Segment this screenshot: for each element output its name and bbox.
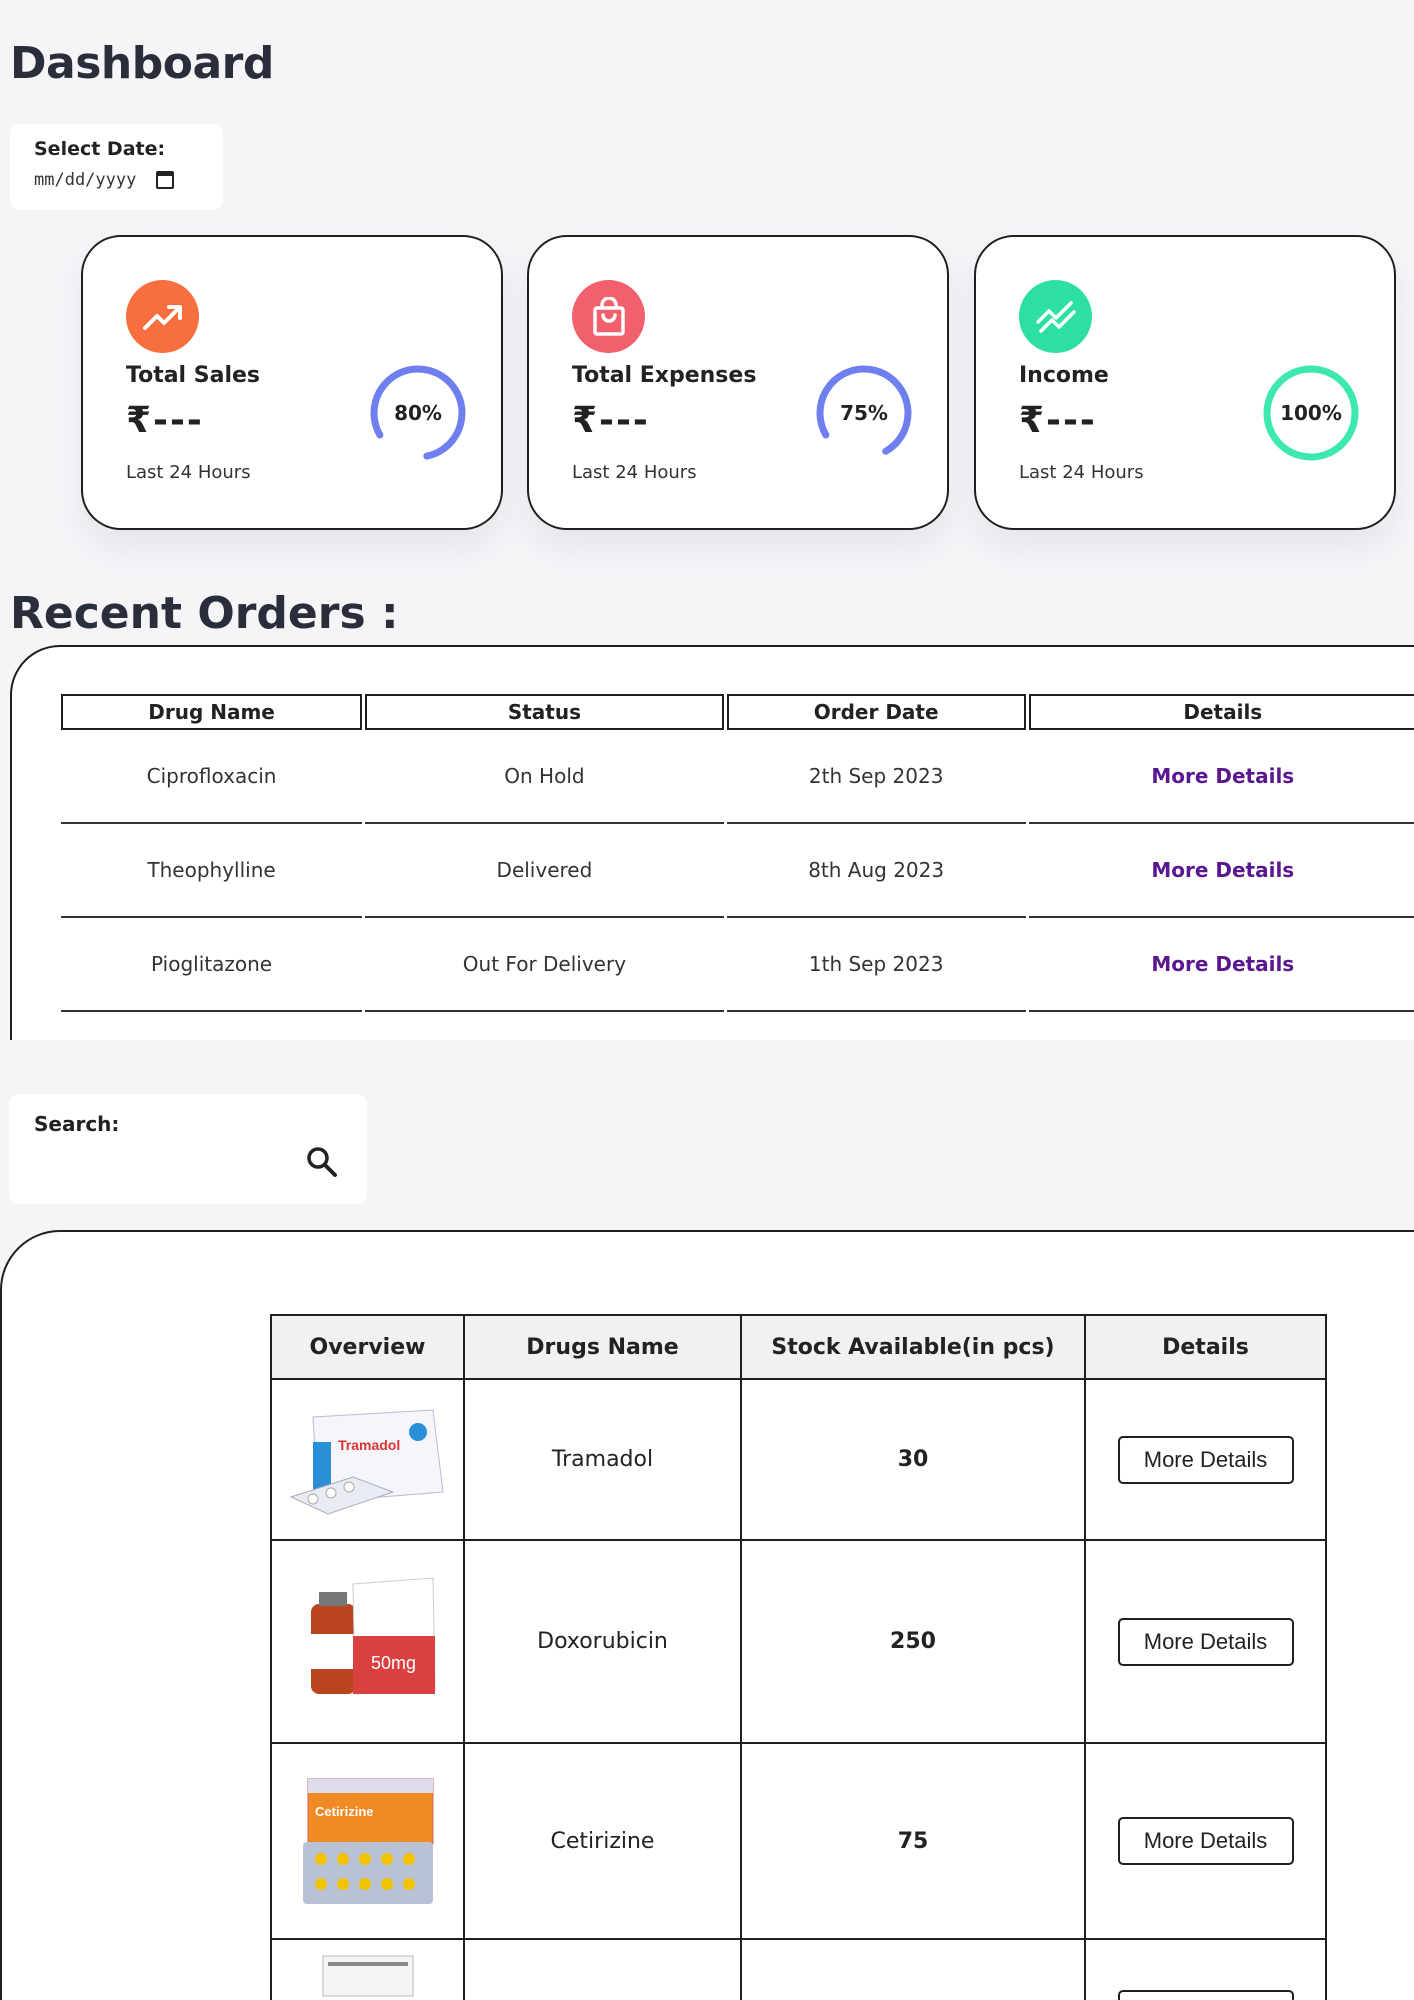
- table-row: 50mg Doxorubicin 250 More Details: [270, 1539, 1327, 1744]
- doxorubicin-box-image: 50mg: [310, 1577, 436, 1695]
- shopping-bag-icon: [572, 280, 645, 353]
- details-cell: [1084, 1938, 1327, 2000]
- more-details-button[interactable]: More Details: [1117, 1617, 1294, 1666]
- recent-orders-table: Drug Name Status Order Date Details Cipr…: [58, 694, 1414, 1012]
- card-amount: ₹---: [126, 400, 204, 441]
- card-label: Income: [1019, 363, 1109, 388]
- inventory-table: Overview Drugs Name Stock Available(in p…: [270, 1314, 1327, 2000]
- box-label: 50mg: [371, 1653, 416, 1673]
- drug-image: Tramadol: [270, 1378, 465, 1541]
- card-label: Total Expenses: [572, 363, 757, 388]
- search-icon[interactable]: [304, 1144, 340, 1180]
- card-total-sales: Total Sales ₹--- Last 24 Hours 80%: [81, 235, 503, 530]
- order-date: 8th Aug 2023: [726, 824, 1026, 918]
- card-total-expenses: Total Expenses ₹--- Last 24 Hours 75%: [527, 235, 949, 530]
- recent-orders-title: Recent Orders :: [10, 588, 399, 639]
- search-label: Search:: [34, 1112, 120, 1136]
- column-header: Status: [365, 694, 724, 730]
- more-details-button[interactable]: [1117, 1990, 1294, 2000]
- page-title: Dashboard: [10, 38, 274, 89]
- recent-orders-panel: Drug Name Status Order Date Details Cipr…: [10, 645, 1414, 1040]
- chart-line-icon: [1019, 280, 1092, 353]
- table-row: Ciprofloxacin On Hold 2th Sep 2023 More …: [61, 730, 1414, 824]
- column-header: Details: [1084, 1314, 1327, 1380]
- order-date: 1th Sep 2023: [726, 918, 1026, 1012]
- card-amount: ₹---: [1019, 400, 1097, 441]
- date-input[interactable]: mm/dd/yyyy: [34, 170, 223, 190]
- table-row: [270, 1938, 1327, 2000]
- tramadol-box-image: Tramadol: [289, 1409, 444, 1515]
- order-date: 2th Sep 2023: [726, 730, 1026, 824]
- table-row: Tramadol Tramadol 30 More Details: [270, 1378, 1327, 1541]
- progress-percent: 75%: [840, 401, 888, 425]
- column-header: Drug Name: [61, 694, 363, 730]
- card-income: Income ₹--- Last 24 Hours 100%: [974, 235, 1396, 530]
- more-details-button[interactable]: More Details: [1117, 1435, 1294, 1484]
- stock-count: [740, 1938, 1086, 2000]
- details-cell: More Details: [1084, 1539, 1327, 1744]
- column-header: Order Date: [726, 694, 1026, 730]
- date-label: Select Date:: [34, 138, 166, 160]
- drug-name: Theophylline: [61, 824, 363, 918]
- card-period: Last 24 Hours: [1019, 462, 1144, 483]
- table-row: Pioglitazone Out For Delivery 1th Sep 20…: [61, 918, 1414, 1012]
- box-label: Tramadol: [338, 1437, 400, 1453]
- box-label: Cetirizine: [315, 1804, 374, 1819]
- drug-image: Cetirizine: [270, 1742, 465, 1940]
- card-amount: ₹---: [572, 400, 650, 441]
- drug-name: Tramadol: [463, 1378, 742, 1541]
- search-box[interactable]: Search:: [9, 1094, 367, 1204]
- drug-box-image: [322, 1955, 413, 1997]
- progress-percent: 100%: [1280, 401, 1342, 425]
- stock-count: 250: [740, 1539, 1086, 1744]
- drug-name: Cetirizine: [463, 1742, 742, 1940]
- more-details-link[interactable]: More Details: [1028, 918, 1414, 1012]
- drug-name: Pioglitazone: [61, 918, 363, 1012]
- order-status: Delivered: [365, 824, 724, 918]
- order-status: Out For Delivery: [365, 918, 724, 1012]
- card-period: Last 24 Hours: [572, 462, 697, 483]
- card-period: Last 24 Hours: [126, 462, 251, 483]
- cetirizine-box-image: Cetirizine: [302, 1778, 433, 1904]
- details-cell: More Details: [1084, 1742, 1327, 1940]
- trending-up-icon: [126, 280, 199, 353]
- column-header: Drugs Name: [463, 1314, 742, 1380]
- more-details-link[interactable]: More Details: [1028, 824, 1414, 918]
- drug-name: [463, 1938, 742, 2000]
- calendar-icon[interactable]: [156, 171, 175, 189]
- card-label: Total Sales: [126, 363, 261, 388]
- date-placeholder: mm/dd/yyyy: [34, 170, 137, 190]
- column-header: Overview: [270, 1314, 465, 1380]
- more-details-link[interactable]: More Details: [1028, 730, 1414, 824]
- stock-count: 75: [740, 1742, 1086, 1940]
- table-row: Theophylline Delivered 8th Aug 2023 More…: [61, 824, 1414, 918]
- column-header: Details: [1028, 694, 1414, 730]
- more-details-button[interactable]: More Details: [1117, 1817, 1294, 1865]
- stock-count: 30: [740, 1378, 1086, 1541]
- inventory-panel: Overview Drugs Name Stock Available(in p…: [0, 1230, 1414, 2000]
- details-cell: More Details: [1084, 1378, 1327, 1541]
- drug-image: [270, 1938, 465, 2000]
- date-filter: Select Date: mm/dd/yyyy: [10, 124, 223, 210]
- column-header: Stock Available(in pcs): [740, 1314, 1086, 1380]
- drug-name: Ciprofloxacin: [61, 730, 363, 824]
- drug-name: Doxorubicin: [463, 1539, 742, 1744]
- table-row: Cetirizine Cetirizine 75 More Details: [270, 1742, 1327, 1940]
- order-status: On Hold: [365, 730, 724, 824]
- progress-percent: 80%: [394, 401, 442, 425]
- drug-image: 50mg: [270, 1539, 465, 1744]
